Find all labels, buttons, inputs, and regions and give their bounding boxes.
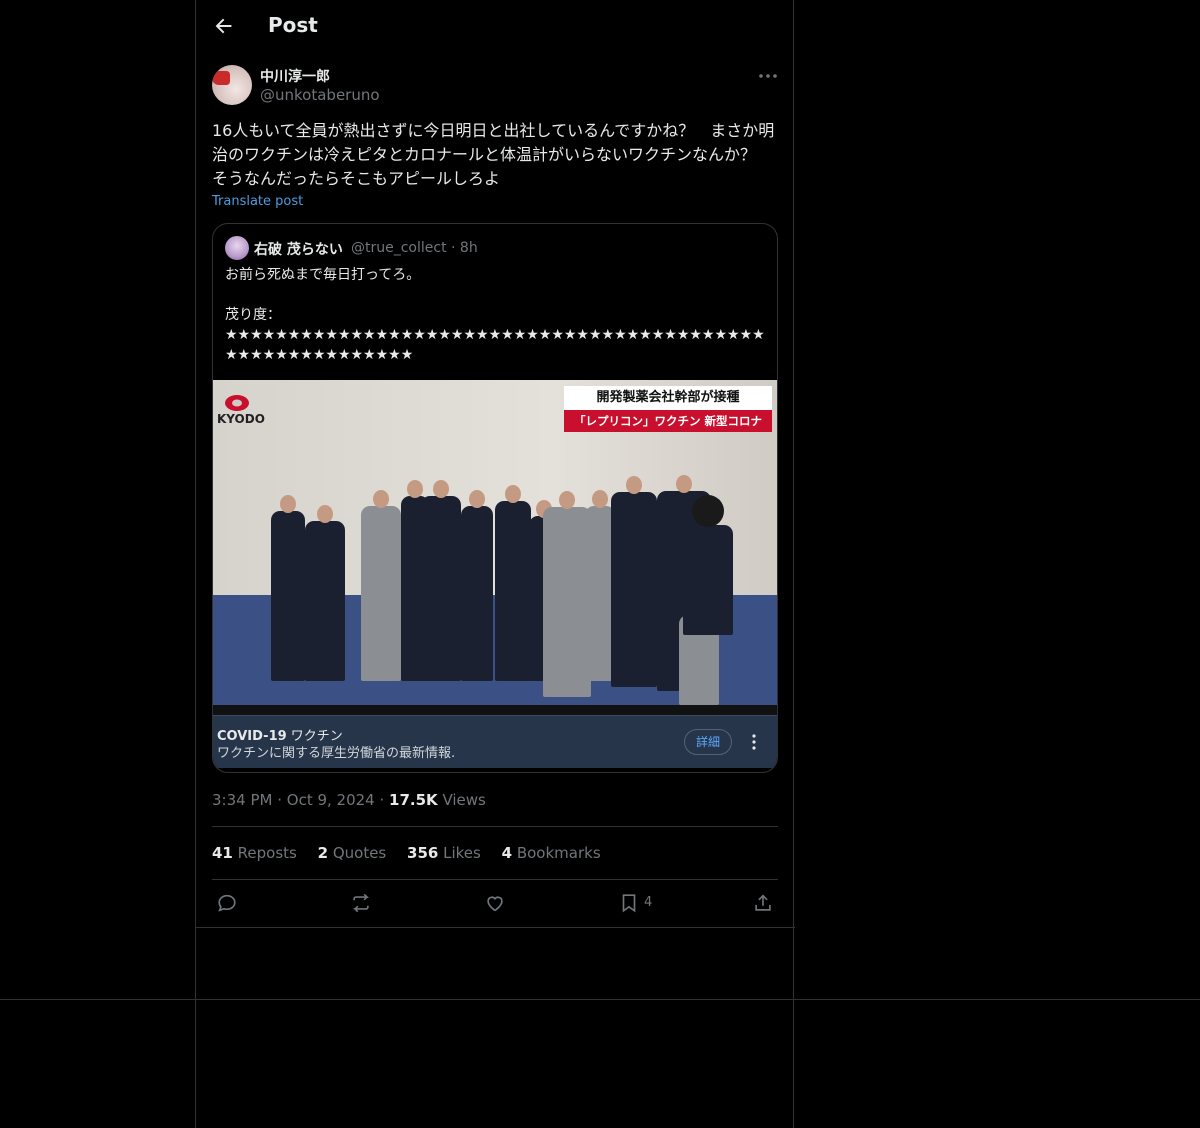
post-time[interactable]: 3:34 PM [212,791,272,809]
divider [212,879,778,880]
post-text: 16人もいて全員が熱出さずに今日明日と出社しているんですかね？ まさか明治のワク… [212,121,775,188]
engagement-stats: 41 Reposts 2 Quotes 356 Likes 4 Bookmark… [212,844,617,862]
divider [212,826,778,827]
likes-stat[interactable]: 356 Likes [407,844,481,862]
quotes-stat[interactable]: 2 Quotes [318,844,387,862]
image-person [271,495,305,681]
more-icon[interactable] [756,66,780,86]
views-count: 17.5K [389,791,438,809]
more-vertical-icon[interactable] [747,731,761,753]
views-label: Views [437,791,486,809]
bookmark-icon[interactable] [618,892,640,914]
notice-details-button[interactable]: 詳細 [684,729,732,755]
image-person [683,495,733,635]
covid-info-notice[interactable]: COVID-19 ワクチン ワクチンに関する厚生労働省の最新情報. 詳細 [213,715,777,768]
author-name[interactable]: 中川淳一郎 [260,66,330,86]
share-icon[interactable] [752,892,774,914]
bookmark-count: 4 [644,895,653,910]
quoted-media-image[interactable]: KYODO 開発製薬会社幹部が接種 「レプリコン」ワクチン 新型コロナ [213,380,777,705]
repost-icon[interactable] [350,892,372,914]
news-banner-headline: 開発製薬会社幹部が接種 [564,386,772,410]
quoted-author-name[interactable]: 右破 茂らない [254,239,343,259]
author-handle[interactable]: @unkotaberuno [260,86,380,104]
kyodo-logo-text: KYODO [217,412,265,426]
image-person [361,490,401,681]
avatar-hat [212,71,230,85]
notice-subtitle: ワクチンに関する厚生労働省の最新情報. [217,746,456,761]
kyodo-logo-icon [225,395,249,411]
quoted-avatar[interactable] [225,236,249,260]
reposts-stat[interactable]: 41 Reposts [212,844,297,862]
meta-separator: · [272,791,287,809]
post-meta: 3:34 PM · Oct 9, 2024 · 17.5K Views [212,791,486,809]
like-icon[interactable] [484,892,506,914]
image-person [543,491,591,697]
reply-icon[interactable] [216,892,238,914]
meta-separator: · [374,791,390,809]
image-person [305,505,345,681]
image-person [495,485,531,681]
translate-post-link[interactable]: Translate post [212,194,303,209]
quoted-post-text: お前ら死ぬまで毎日打ってろ。 茂り度： ★★★★★★★★★★★★★★★★★★★★… [225,267,765,363]
divider [196,927,795,928]
image-person [611,476,657,687]
post-date[interactable]: Oct 9, 2024 [287,791,375,809]
arrow-left-icon[interactable] [212,14,236,38]
page-title: Post [268,13,318,37]
page-divider [0,999,1200,1000]
avatar[interactable] [212,65,252,105]
page-header: Post [196,0,795,54]
news-banner-subheadline: 「レプリコン」ワクチン 新型コロナ [564,410,772,432]
image-person [461,490,493,681]
image-person [421,480,461,681]
media-bottom-bar [213,705,777,715]
bookmarks-stat[interactable]: 4 Bookmarks [502,844,601,862]
quoted-post[interactable]: 右破 茂らない @true_collect · 8h お前ら死ぬまで毎日打ってろ… [212,223,778,773]
main-column: Post 中川淳一郎 @unkotaberuno 16人もいて全員が熱出さずに今… [195,0,795,1128]
quoted-author-handle[interactable]: @true_collect · 8h [351,240,478,256]
